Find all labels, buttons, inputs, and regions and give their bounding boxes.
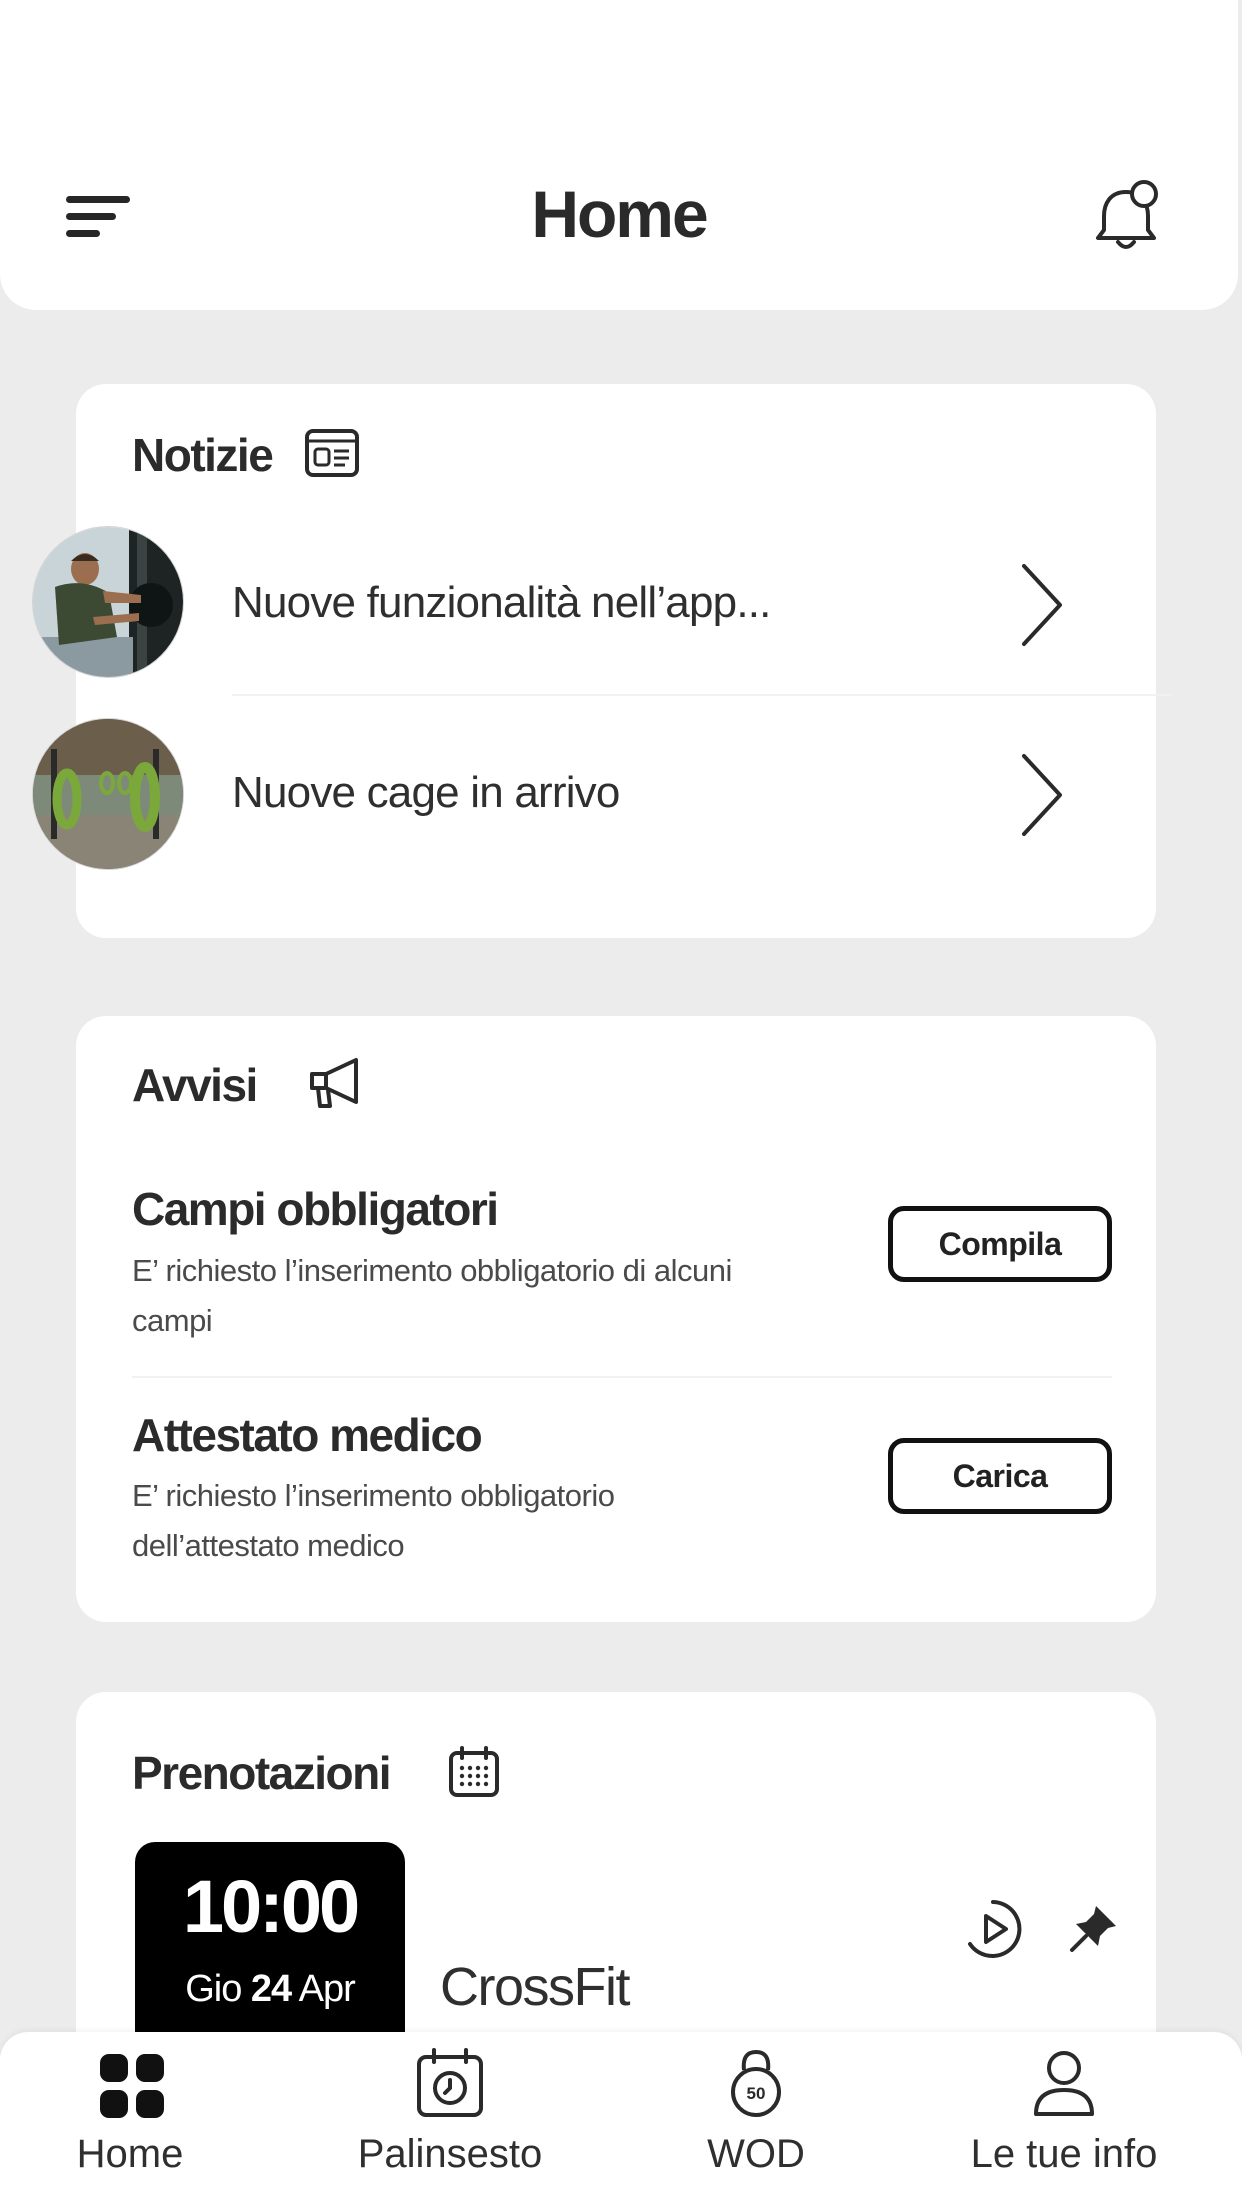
tab-label: Palinsesto: [357, 2132, 543, 2176]
booking-course-name: CrossFit: [440, 1957, 631, 2017]
calendar-icon: [449, 1746, 499, 1797]
play-circle-icon[interactable]: [962, 1898, 1024, 1960]
user-icon: [1034, 2051, 1094, 2116]
notice-title: Attestato medico: [132, 1409, 483, 1461]
top-app-bar: Home: [0, 0, 1238, 310]
tab-home[interactable]: Home: [40, 2032, 220, 2208]
news-item[interactable]: Nuove funzionalità nell’app...: [32, 526, 1156, 686]
fill-fields-button[interactable]: Compila: [888, 1206, 1112, 1282]
bottom-tab-bar: Home Palinsesto 50 WOD Le tue info: [0, 2032, 1242, 2208]
tab-label: Le tue info: [970, 2132, 1158, 2176]
tab-label: WOD: [707, 2132, 805, 2176]
tab-le-tue-info[interactable]: Le tue info: [956, 2032, 1172, 2208]
kettlebell-icon: 50: [731, 2049, 781, 2117]
news-card: Notizie Nuove funzionalità nell’app... N…: [32, 384, 1172, 938]
notice-title: Campi obbligatori: [132, 1183, 499, 1235]
chevron-right-icon: [1022, 754, 1062, 836]
pin-icon[interactable]: [1066, 1900, 1122, 1956]
calendar-clock-icon: [417, 2048, 483, 2117]
grid-icon: [100, 2054, 164, 2118]
svg-text:50: 50: [747, 2084, 766, 2103]
tab-label: Home: [76, 2132, 184, 2176]
notices-card: Avvisi Campi obbligatori E’ richiesto l’…: [76, 1016, 1156, 1622]
upload-certificate-button[interactable]: Carica: [888, 1438, 1112, 1514]
booking-time: 10:00: [182, 1865, 360, 1948]
chevron-right-icon: [1022, 564, 1062, 646]
newspaper-icon: [305, 429, 359, 477]
megaphone-icon: [310, 1058, 358, 1108]
divider: [232, 694, 1172, 696]
notices-section-title: Avvisi: [132, 1059, 258, 1111]
bookings-section-title: Prenotazioni: [132, 1747, 392, 1799]
notice-description: E’ richiesto l’inserimento obbligatorio …: [132, 1253, 732, 1338]
tab-wod[interactable]: 50 WOD: [676, 2032, 836, 2208]
booking-date: Gio 24 Apr: [185, 1968, 356, 2010]
news-thumbnail-gym: [32, 718, 184, 870]
page-title: Home: [531, 177, 708, 251]
booking-time-box[interactable]: 10:00 Gio 24 Apr: [135, 1842, 405, 2062]
notice-description: E’ richiesto l’inserimento obbligatorio …: [132, 1478, 615, 1563]
news-item[interactable]: Nuove cage in arrivo: [32, 718, 1156, 878]
news-item-title: Nuove funzionalità nell’app...: [232, 578, 771, 627]
news-item-title: Nuove cage in arrivo: [232, 768, 620, 817]
divider: [132, 1376, 1112, 1378]
news-section-title: Notizie: [132, 429, 274, 481]
notification-bell-icon[interactable]: [1090, 178, 1162, 258]
tab-palinsesto[interactable]: Palinsesto: [340, 2032, 560, 2208]
news-thumbnail-athlete: [32, 526, 184, 678]
